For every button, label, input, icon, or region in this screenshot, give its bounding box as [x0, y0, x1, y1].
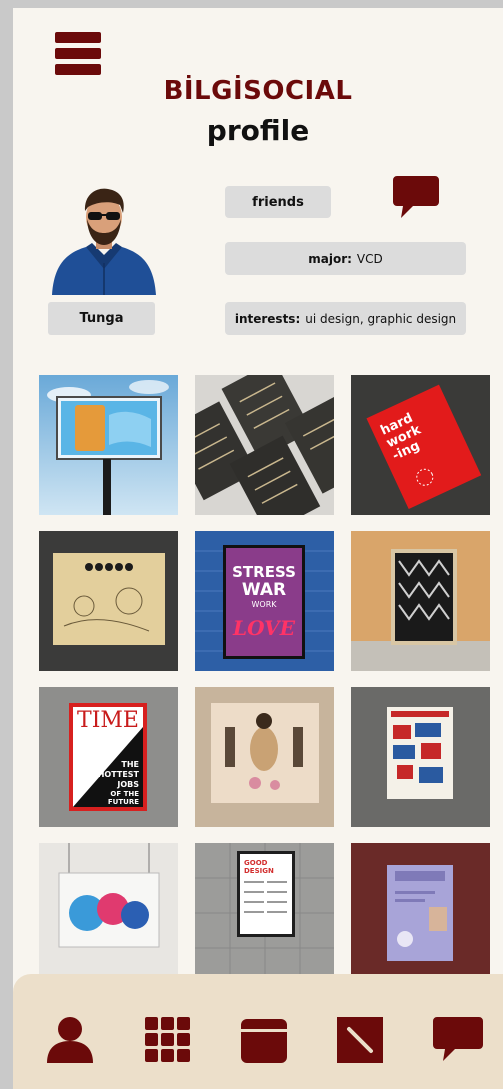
- moon-phase-poster-image: [39, 531, 178, 671]
- magazine-text-the: THE: [121, 760, 139, 769]
- calendar-icon[interactable]: [239, 1015, 289, 1065]
- gallery-item[interactable]: [39, 843, 178, 983]
- gallery-item[interactable]: [351, 843, 490, 983]
- good-design-poster-image: GOOD DESIGN: [195, 843, 334, 983]
- hamburger-icon[interactable]: [55, 32, 101, 76]
- time-magazine-image: TIME THE HOTTEST JOBS OF THE FUTURE: [39, 687, 178, 827]
- billboard-image: [39, 375, 178, 515]
- interests-info: interests: ui design, graphic design: [225, 302, 466, 335]
- profile-icon[interactable]: [45, 1015, 95, 1065]
- grid-icon[interactable]: [143, 1015, 193, 1065]
- major-label: major:: [308, 251, 352, 266]
- magazine-text-ofthe: OF THE: [110, 790, 139, 798]
- gallery-item[interactable]: [39, 375, 178, 515]
- purple-poster-image: [351, 843, 490, 983]
- gallery-item[interactable]: [195, 687, 334, 827]
- poster-text-good: GOOD: [244, 859, 268, 867]
- portfolio-grid: hard work -ing STRESS WAR WORK LOVE TIME…: [39, 375, 490, 983]
- chat-bubble-icon[interactable]: [393, 176, 439, 220]
- app-screen: BİLGİSOCIAL profile Tunga friends major:…: [13, 8, 503, 1089]
- major-value: VCD: [356, 251, 383, 266]
- poster-text-work2: WORK: [251, 600, 277, 609]
- edit-icon[interactable]: [335, 1015, 385, 1065]
- poster-text-war: WAR: [242, 580, 286, 600]
- bottom-navigation: [13, 974, 503, 1089]
- page-title: profile: [206, 114, 310, 147]
- magazine-text-hottest: HOTTEST: [98, 770, 140, 779]
- gallery-item[interactable]: STRESS WAR WORK LOVE: [195, 531, 334, 671]
- friends-button[interactable]: friends: [225, 186, 331, 218]
- interests-label: interests:: [234, 311, 301, 326]
- gallery-item[interactable]: [39, 531, 178, 671]
- poster-text-design: DESIGN: [244, 867, 274, 875]
- poster-text-stress: STRESS: [232, 563, 296, 581]
- gallery-item[interactable]: [351, 687, 490, 827]
- social-media-poster-image: [39, 843, 178, 983]
- major-info: major: VCD: [225, 242, 466, 275]
- gallery-item[interactable]: [195, 375, 334, 515]
- type-posters-image: [195, 375, 334, 515]
- magazine-text-jobs: JOBS: [116, 780, 139, 789]
- brand-title: BİLGİSOCIAL: [163, 76, 353, 106]
- interests-value: ui design, graphic design: [305, 311, 457, 326]
- illustration-poster-image: [195, 687, 334, 827]
- stress-war-poster-image: STRESS WAR WORK LOVE: [195, 531, 334, 671]
- messages-icon[interactable]: [433, 1015, 483, 1065]
- gallery-item[interactable]: GOOD DESIGN: [195, 843, 334, 983]
- avatar[interactable]: [48, 183, 160, 295]
- hard-working-poster-image: hard work -ing: [351, 375, 490, 515]
- magazine-text-time: TIME: [77, 708, 139, 733]
- info-poster-image: [351, 687, 490, 827]
- gallery-item[interactable]: TIME THE HOTTEST JOBS OF THE FUTURE: [39, 687, 178, 827]
- pattern-poster-image: [351, 531, 490, 671]
- poster-text-love: LOVE: [232, 616, 296, 640]
- gallery-item[interactable]: [351, 531, 490, 671]
- profile-name-button[interactable]: Tunga: [48, 302, 155, 335]
- gallery-item[interactable]: hard work -ing: [351, 375, 490, 515]
- magazine-text-future: FUTURE: [108, 798, 139, 806]
